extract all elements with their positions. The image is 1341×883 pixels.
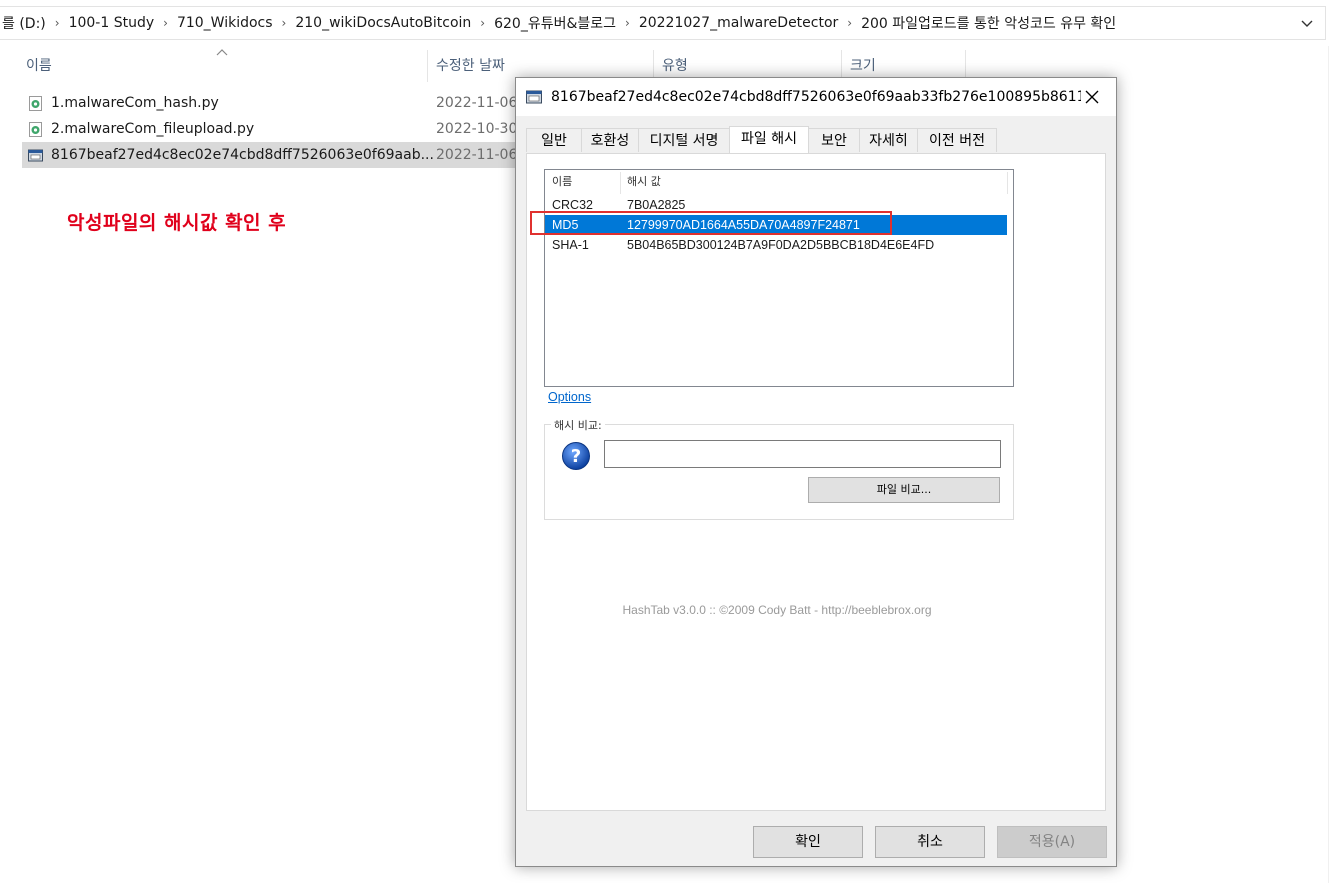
dialog-title: 8167beaf27ed4c8ec02e74cbd8dff7526063e0f6… <box>551 89 1081 105</box>
file-hash-panel: 이름 해시 값 CRC32 7B0A2825 MD5 12799970AD166… <box>526 153 1106 811</box>
question-icon: ? <box>562 442 590 470</box>
annotation-text: 악성파일의 해시값 확인 후 <box>67 212 287 234</box>
options-link[interactable]: Options <box>548 390 591 404</box>
tab-general[interactable]: 일반 <box>526 128 582 152</box>
column-divider[interactable] <box>620 172 621 194</box>
breadcrumb-separator-icon[interactable]: › <box>618 16 637 30</box>
file-row[interactable]: 1.malwareCom_hash.py 2022-11-06 <box>22 90 542 116</box>
properties-dialog: 8167beaf27ed4c8ec02e74cbd8dff7526063e0f6… <box>515 77 1117 867</box>
executable-file-icon <box>28 149 43 162</box>
executable-file-icon <box>526 90 542 104</box>
hash-row-name: SHA-1 <box>552 238 589 252</box>
breadcrumb-study[interactable]: 100-1 Study <box>67 15 157 31</box>
hash-compare-group: 해시 비교: ? 파일 비교... <box>544 417 1014 520</box>
tab-security[interactable]: 보안 <box>808 128 860 152</box>
svg-text:?: ? <box>571 446 581 467</box>
breadcrumb-separator-icon[interactable]: › <box>156 16 175 30</box>
breadcrumb: 를 (D:) › 100-1 Study › 710_Wikidocs › 21… <box>0 6 1118 40</box>
hash-row-value: 5B04B65BD300124B7A9F0DA2D5BBCB18D4E6E4FD <box>627 238 935 252</box>
file-date: 2022-10-30 <box>436 121 518 137</box>
tab-previous-versions[interactable]: 이전 버전 <box>917 128 997 152</box>
breadcrumb-malware-detector[interactable]: 20221027_malwareDetector <box>637 15 840 31</box>
hashtab-credit: HashTab v3.0.0 :: ©2009 Cody Batt - http… <box>622 603 932 617</box>
tab-details[interactable]: 자세히 <box>859 128 918 152</box>
breadcrumb-separator-icon[interactable]: › <box>840 16 859 30</box>
column-divider[interactable] <box>1007 172 1008 194</box>
file-row[interactable]: 2.malwareCom_fileupload.py 2022-10-30 <box>22 116 542 142</box>
hash-list[interactable]: 이름 해시 값 CRC32 7B0A2825 MD5 12799970AD166… <box>530 169 1014 387</box>
tab-digital-signature[interactable]: 디지털 서명 <box>638 128 730 152</box>
breadcrumb-autobitcoin[interactable]: 210_wikiDocsAutoBitcoin <box>293 15 473 31</box>
highlight-box <box>530 211 892 235</box>
close-icon[interactable] <box>1082 87 1102 107</box>
address-bar[interactable]: 를 (D:) › 100-1 Study › 710_Wikidocs › 21… <box>0 0 1341 46</box>
hash-row-sha1[interactable]: SHA-1 5B04B65BD300124B7A9F0DA2D5BBCB18D4… <box>545 235 1007 255</box>
column-divider[interactable] <box>427 50 428 82</box>
python-file-icon <box>29 122 42 137</box>
file-name: 1.malwareCom_hash.py <box>51 95 219 111</box>
breadcrumb-current-folder[interactable]: 200 파일업로드를 통한 악성코드 유무 확인 <box>859 13 1118 33</box>
chevron-down-icon[interactable] <box>1298 14 1316 32</box>
file-row-selected[interactable]: 8167beaf27ed4c8ec02e74cbd8dff7526063e0f6… <box>22 142 542 168</box>
hash-list-col-name[interactable]: 이름 <box>552 170 572 194</box>
cancel-button[interactable]: 취소 <box>875 826 985 858</box>
file-compare-button[interactable]: 파일 비교... <box>808 477 1000 503</box>
python-file-icon <box>29 96 42 111</box>
hash-list-col-value[interactable]: 해시 값 <box>627 170 661 194</box>
breadcrumb-separator-icon[interactable]: › <box>275 16 294 30</box>
hash-compare-label: 해시 비교: <box>551 417 605 433</box>
file-name: 8167beaf27ed4c8ec02e74cbd8dff7526063e0f6… <box>51 147 434 163</box>
tab-file-hash[interactable]: 파일 해시 <box>729 126 809 153</box>
file-date: 2022-11-06 <box>436 95 518 111</box>
dialog-title-bar[interactable]: 8167beaf27ed4c8ec02e74cbd8dff7526063e0f6… <box>516 78 1116 116</box>
tab-compatibility[interactable]: 호환성 <box>581 128 639 152</box>
breadcrumb-separator-icon[interactable]: › <box>473 16 492 30</box>
hash-compare-input[interactable] <box>604 440 1001 468</box>
column-name[interactable]: 이름 <box>20 48 426 84</box>
breadcrumb-wikidocs[interactable]: 710_Wikidocs <box>175 15 275 31</box>
ok-button[interactable]: 확인 <box>753 826 863 858</box>
breadcrumb-drive[interactable]: 를 (D:) <box>0 13 48 33</box>
breadcrumb-separator-icon[interactable]: › <box>48 16 67 30</box>
file-name: 2.malwareCom_fileupload.py <box>51 121 255 137</box>
breadcrumb-youtuber-blog[interactable]: 620_유튜버&블로그 <box>492 13 618 33</box>
hash-list-header: 이름 해시 값 <box>545 170 1013 194</box>
file-date: 2022-11-06 <box>436 147 518 163</box>
scroll-region-edge <box>1328 46 1329 883</box>
tab-strip: 일반 호환성 디지털 서명 파일 해시 보안 자세히 이전 버전 <box>526 126 1106 153</box>
apply-button[interactable]: 적용(A) <box>997 826 1107 858</box>
